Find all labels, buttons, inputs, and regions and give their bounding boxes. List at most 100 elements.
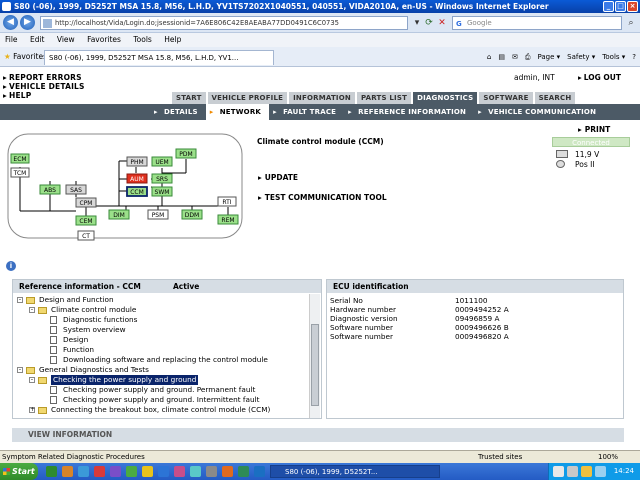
address-bar[interactable]: http://localhost/Vida/Login.do;jsessioni… (40, 16, 408, 30)
refresh-icon[interactable]: ⟳ (423, 17, 435, 29)
node-rem[interactable]: REM (217, 214, 239, 225)
back-icon[interactable]: ◀ (3, 15, 18, 30)
search-icon[interactable]: ⌕ (625, 17, 637, 29)
node-psm[interactable]: PSM (147, 209, 169, 220)
subtab-vehicle-communication[interactable]: VEHICLE COMMUNICATION (474, 104, 604, 120)
menu-edit[interactable]: Edit (30, 35, 45, 44)
view-information-bar[interactable]: VIEW INFORMATION (12, 428, 624, 442)
start-button[interactable]: Start (0, 463, 38, 480)
subtab-details[interactable]: DETAILS (150, 104, 206, 120)
node-srs[interactable]: SRS (151, 173, 173, 184)
expand-icon[interactable]: + (29, 407, 35, 413)
tree-item[interactable]: - Checking the power supply and ground (17, 375, 307, 385)
node-ccm[interactable]: CCM (126, 186, 148, 197)
quicklaunch-icon[interactable] (94, 466, 105, 477)
quicklaunch-icon[interactable] (62, 466, 73, 477)
print-icon[interactable]: ⎙ (525, 47, 531, 67)
dropdown-icon[interactable]: ▾ (411, 17, 423, 29)
window-title-bar[interactable]: S80 (-06), 1999, D5252T MSA 15.8, M56, L… (0, 0, 640, 13)
subtab-reference-information[interactable]: REFERENCE INFORMATION (344, 104, 474, 120)
node-ddm[interactable]: DDM (181, 209, 203, 220)
quicklaunch-icon[interactable] (110, 466, 121, 477)
node-phm[interactable]: PHM (126, 156, 148, 167)
feeds-icon[interactable]: ▤ (498, 47, 505, 67)
zoom-level[interactable]: 100% (598, 451, 618, 463)
maximize-icon[interactable]: □ (615, 1, 626, 12)
tree-item[interactable]: Function (17, 345, 307, 355)
node-uem[interactable]: UEM (151, 156, 173, 167)
collapse-icon[interactable]: - (17, 297, 23, 303)
page-menu[interactable]: Page ▾ (537, 47, 560, 67)
tray-icon[interactable] (595, 466, 606, 477)
quicklaunch-icon[interactable] (174, 466, 185, 477)
print-link[interactable]: PRINT (578, 125, 610, 134)
node-ecm[interactable]: ECM (10, 153, 30, 164)
menu-file[interactable]: File (5, 35, 18, 44)
tab-search[interactable]: SEARCH (534, 92, 576, 104)
taskbar-item-ie[interactable]: S80 (-06), 1999, D5252T... (270, 465, 440, 478)
quicklaunch-icon[interactable] (254, 466, 265, 477)
node-dim[interactable]: DIM (108, 209, 130, 220)
node-cem[interactable]: CEM (75, 215, 97, 226)
quicklaunch-icon[interactable] (158, 466, 169, 477)
quicklaunch-icon[interactable] (190, 466, 201, 477)
vehicle-details-link[interactable]: VEHICLE DETAILS (3, 82, 85, 91)
node-swm[interactable]: SWM (151, 186, 173, 197)
forward-icon[interactable]: ▶ (20, 15, 35, 30)
quicklaunch-icon[interactable] (46, 466, 57, 477)
trusted-sites-zone[interactable]: Trusted sites (478, 451, 522, 463)
tab-parts-list[interactable]: PARTS LIST (356, 92, 412, 104)
tree-scrollbar[interactable] (309, 294, 320, 418)
quicklaunch-icon[interactable] (142, 466, 153, 477)
tree-item[interactable]: - General Diagnostics and Tests (17, 365, 307, 375)
tab-start[interactable]: START (172, 92, 206, 104)
close-icon[interactable]: × (627, 1, 638, 12)
node-ct[interactable]: CT (77, 230, 95, 241)
tab-vehicle-profile[interactable]: VEHICLE PROFILE (207, 92, 288, 104)
collapse-icon[interactable]: - (29, 307, 35, 313)
update-link[interactable]: UPDATE (258, 173, 298, 182)
minimize-icon[interactable]: _ (603, 1, 614, 12)
quicklaunch-icon[interactable] (206, 466, 217, 477)
collapse-icon[interactable]: - (29, 377, 35, 383)
report-errors-link[interactable]: REPORT ERRORS (3, 73, 85, 82)
tree-item[interactable]: Checking power supply and ground. Interm… (17, 395, 307, 405)
safety-menu[interactable]: Safety ▾ (567, 47, 595, 67)
quicklaunch-icon[interactable] (238, 466, 249, 477)
tree-item[interactable]: Downloading software and replacing the c… (17, 355, 307, 365)
tray-icon[interactable] (567, 466, 578, 477)
help-link[interactable]: HELP (3, 91, 85, 100)
mail-icon[interactable]: ✉ (512, 47, 518, 67)
home-icon[interactable]: ⌂ (487, 47, 491, 67)
menu-help[interactable]: Help (164, 35, 181, 44)
logout-link[interactable]: LOG OUT (578, 73, 621, 82)
quicklaunch-icon[interactable] (222, 466, 233, 477)
tray-icon[interactable] (581, 466, 592, 477)
menu-tools[interactable]: Tools (133, 35, 151, 44)
tray-icon[interactable] (553, 466, 564, 477)
subtab-network[interactable]: NETWORK (205, 104, 270, 120)
quicklaunch-icon[interactable] (126, 466, 137, 477)
quicklaunch-icon[interactable] (78, 466, 89, 477)
stop-icon[interactable]: ✕ (436, 17, 448, 29)
node-cpm[interactable]: CPM (75, 197, 97, 208)
menu-view[interactable]: View (57, 35, 75, 44)
test-communication-tool-link[interactable]: TEST COMMUNICATION TOOL (258, 193, 387, 202)
tree-item[interactable]: Diagnostic functions (17, 315, 307, 325)
tree-item[interactable]: Checking power supply and ground. Perman… (17, 385, 307, 395)
favorites-button[interactable]: ★ Favorites (4, 47, 47, 67)
node-aum[interactable]: AUM (126, 173, 148, 184)
tree-item[interactable]: - Climate control module (17, 305, 307, 315)
node-pdm[interactable]: PDM (175, 148, 197, 159)
node-rti[interactable]: RTI (217, 196, 237, 207)
node-sas[interactable]: SAS (65, 184, 87, 195)
tools-menu[interactable]: Tools ▾ (602, 47, 625, 67)
help-icon[interactable]: ? (632, 47, 636, 67)
scrollbar-thumb[interactable] (311, 324, 319, 406)
search-input[interactable]: G Google (452, 16, 622, 30)
browser-tab[interactable]: S80 (-06), 1999, D5252T MSA 15.8, M56, L… (44, 50, 274, 65)
tab-diagnostics[interactable]: DIAGNOSTICS (413, 92, 478, 104)
tree-item[interactable]: Design (17, 335, 307, 345)
info-icon[interactable]: i (6, 261, 16, 271)
node-abs[interactable]: ABS (39, 184, 61, 195)
